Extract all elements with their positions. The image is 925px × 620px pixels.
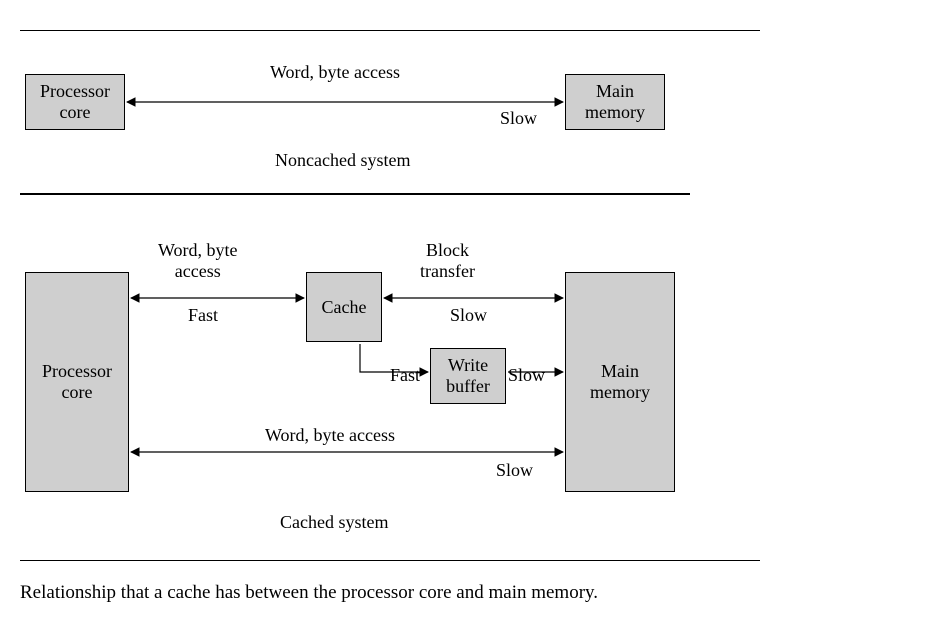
label: Processor core: [30, 361, 124, 402]
label: Processor core: [30, 81, 120, 122]
label-bot-slow: Slow: [496, 460, 533, 481]
rule-top: [20, 30, 760, 31]
label: Cache: [322, 297, 367, 318]
label-noncached: Noncached system: [275, 150, 410, 171]
label-top-access: Word, byte access: [270, 62, 400, 83]
rule-mid: [20, 193, 690, 195]
box-write-buffer: Write buffer: [430, 348, 506, 404]
label: Main memory: [570, 81, 660, 122]
label-wb-slow: Slow: [508, 365, 545, 386]
box-main-memory-top: Main memory: [565, 74, 665, 130]
box-cache: Cache: [306, 272, 382, 342]
diagram-stage: Processor core Main memory Processor cor…: [0, 0, 925, 620]
label-cached: Cached system: [280, 512, 388, 533]
label: Write buffer: [435, 355, 501, 396]
label-mid-fast: Fast: [188, 305, 218, 326]
box-processor-core-bottom: Processor core: [25, 272, 129, 492]
label-mid-access: Word, byte access: [158, 240, 238, 281]
rule-bottom: [20, 560, 760, 561]
label-top-slow: Slow: [500, 108, 537, 129]
box-main-memory-bottom: Main memory: [565, 272, 675, 492]
label-block-slow: Slow: [450, 305, 487, 326]
label-wb-fast: Fast: [390, 365, 420, 386]
figure-caption: Relationship that a cache has between th…: [20, 582, 598, 604]
label-block-transfer: Block transfer: [420, 240, 475, 281]
label: Main memory: [570, 361, 670, 402]
label-bot-access: Word, byte access: [265, 425, 395, 446]
box-processor-core-top: Processor core: [25, 74, 125, 130]
